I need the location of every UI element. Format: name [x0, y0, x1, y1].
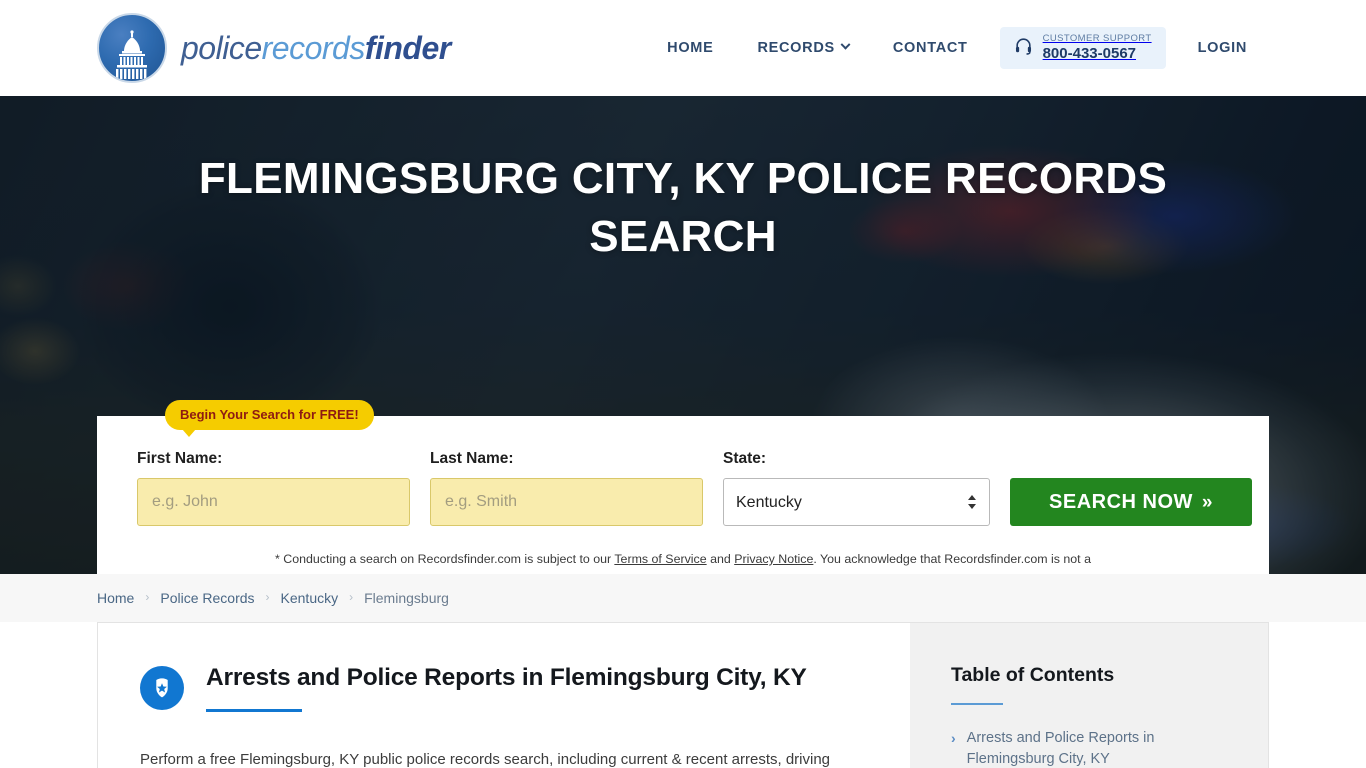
article-header: Arrests and Police Reports in Flemingsbu… [140, 663, 864, 712]
nav-item-home-label: HOME [667, 39, 714, 56]
first-name-field-group: First Name: [137, 450, 410, 526]
privacy-notice-link[interactable]: Privacy Notice [734, 552, 813, 566]
search-now-label: SEARCH NOW [1049, 490, 1193, 513]
breadcrumb: Home › Police Records › Kentucky › Flemi… [0, 574, 1366, 622]
nav-item-records-label: RECORDS [757, 39, 835, 56]
nav-item-contact[interactable]: CONTACT [871, 30, 990, 66]
chevron-down-icon [840, 40, 851, 51]
site-header: policerecordsfinder HOME RECORDS CONTACT [0, 0, 1366, 96]
brand-word-records: records [261, 29, 366, 66]
nav-item-login[interactable]: LOGIN [1176, 30, 1269, 66]
toc-list-item[interactable]: › Arrests and Police Reports in Flemings… [951, 728, 1234, 768]
breadcrumb-item-flemingsburg: Flemingsburg [364, 590, 449, 606]
state-select[interactable]: Kentucky [723, 478, 990, 526]
main-navigation: HOME RECORDS CONTACT CUSTOMER SUPPORT 80… [645, 26, 1269, 70]
article-title: Arrests and Police Reports in Flemingsbu… [206, 664, 807, 691]
breadcrumb-item-home[interactable]: Home [97, 590, 134, 606]
last-name-field-group: Last Name: [430, 450, 703, 526]
article-intro-paragraph: Perform a free Flemingsburg, KY public p… [140, 750, 831, 768]
toc-title: Table of Contents [951, 664, 1115, 686]
brand-word-finder: finder [364, 29, 451, 66]
breadcrumb-item-police-records[interactable]: Police Records [160, 590, 254, 606]
capitol-dome-seal-icon [97, 13, 167, 83]
free-search-badge: Begin Your Search for FREE! [165, 400, 374, 437]
search-form-row: First Name: Last Name: State: Kentucky [137, 450, 1252, 526]
article-section: Arrests and Police Reports in Flemingsbu… [98, 623, 910, 768]
content-card: Arrests and Police Reports in Flemingsbu… [97, 622, 1269, 768]
headset-icon [1014, 36, 1033, 60]
nav-item-contact-label: CONTACT [892, 39, 968, 56]
breadcrumb-separator-icon: › [265, 590, 270, 604]
last-name-label: Last Name: [430, 450, 514, 467]
state-field-group: State: Kentucky [723, 450, 990, 526]
main-content: Arrests and Police Reports in Flemingsbu… [0, 622, 1366, 768]
first-name-label: First Name: [137, 450, 223, 467]
disclaimer-text-mid: and [706, 552, 735, 566]
nav-item-login-label: LOGIN [1197, 39, 1247, 56]
disclaimer-text-pre: * Conducting a search on Recordsfinder.c… [275, 552, 615, 566]
double-chevron-right-icon: » [1201, 491, 1213, 513]
support-phone-number: 800-433-0567 [1042, 44, 1137, 62]
support-label: CUSTOMER SUPPORT [1042, 32, 1152, 44]
last-name-input[interactable] [430, 478, 703, 526]
search-form-card: Begin Your Search for FREE! First Name: … [97, 400, 1269, 574]
brand-logo-link[interactable]: policerecordsfinder [97, 13, 451, 83]
state-label: State: [723, 450, 767, 467]
hero-banner: FLEMINGSBURG CITY, KY POLICE RECORDS SEA… [0, 96, 1366, 574]
nav-item-home[interactable]: HOME [645, 30, 735, 66]
terms-of-service-link[interactable]: Terms of Service [614, 552, 706, 566]
search-disclaimer: * Conducting a search on Recordsfinder.c… [253, 549, 1113, 574]
title-underline-rule [206, 708, 302, 712]
brand-word-police: police [181, 29, 262, 66]
page-title: FLEMINGSBURG CITY, KY POLICE RECORDS SEA… [198, 154, 1168, 262]
nav-item-records[interactable]: RECORDS [735, 30, 870, 66]
breadcrumb-item-kentucky[interactable]: Kentucky [281, 590, 339, 606]
customer-support-button[interactable]: CUSTOMER SUPPORT 800-433-0567 [999, 26, 1166, 70]
toc-list: › Arrests and Police Reports in Flemings… [951, 728, 1234, 768]
chevron-right-icon: › [951, 730, 956, 746]
toc-link-arrests-and-police-reports[interactable]: Arrests and Police Reports in Flemingsbu… [967, 728, 1234, 768]
table-of-contents-sidebar: Table of Contents › Arrests and Police R… [910, 623, 1268, 768]
police-badge-star-icon [140, 666, 184, 710]
brand-wordmark: policerecordsfinder [181, 30, 451, 67]
first-name-input[interactable] [137, 478, 410, 526]
breadcrumb-separator-icon: › [145, 590, 150, 604]
toc-underline-rule [951, 703, 1003, 705]
breadcrumb-separator-icon: › [349, 590, 354, 604]
search-now-button[interactable]: SEARCH NOW » [1010, 478, 1252, 526]
